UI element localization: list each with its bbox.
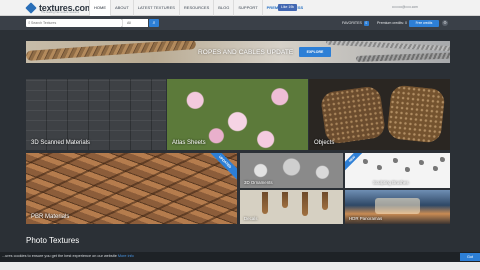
nav-latest-textures[interactable]: LATEST TEXTURES [132, 0, 179, 16]
cookie-accept-button[interactable]: Got [460, 253, 480, 261]
main-nav: HOME ABOUT LATEST TEXTURES RESOURCES BLO… [89, 0, 307, 16]
tile-hdr-panoramas[interactable]: HDR Panoramas [345, 190, 450, 224]
decal-sample [262, 192, 268, 214]
rope-image [26, 41, 197, 61]
nav-resources[interactable]: RESOURCES [178, 0, 213, 16]
search-icon: ⌕ [28, 20, 31, 25]
cable-image [325, 41, 450, 52]
tile-label: HDR Panoramas [349, 216, 383, 221]
cookie-consent-bar: ...ures cookies to ensure you get the be… [0, 252, 480, 262]
tile-pbr-materials[interactable]: UPDATED PBR Materials [26, 153, 237, 224]
cookie-message: ...ures cookies to ensure you get the be… [2, 254, 117, 258]
top-navigation-bar: textures.com The leading free texture re… [0, 0, 480, 16]
banner-explore-button[interactable]: EXPLORE [299, 47, 331, 57]
bread-image [319, 85, 387, 145]
cable-image [355, 52, 450, 62]
free-credits-button[interactable]: Free credits [409, 19, 439, 27]
decal-sample [282, 192, 288, 208]
tile-sculpting-brushes[interactable]: NEW Sculpting Brushes [345, 153, 450, 188]
premium-credits: Premium credits: 0 [377, 21, 407, 25]
search-button[interactable]: ⌕ [149, 19, 159, 27]
tile-label: 3D Ornaments [244, 180, 273, 185]
tile-label: Sculpting Brushes [373, 180, 409, 185]
nav-support[interactable]: SUPPORT [233, 0, 261, 16]
brush-sample [419, 160, 424, 165]
logo-cube-icon [25, 2, 37, 14]
search-category-select[interactable]: All [122, 19, 148, 27]
brush-sample [433, 166, 438, 171]
favorites-link[interactable]: FAVORITES 0 [342, 21, 369, 26]
tile-atlas-sheets[interactable]: Atlas Sheets [167, 79, 308, 150]
tile-label: Objects [314, 140, 335, 146]
nav-about[interactable]: ABOUT [110, 0, 133, 16]
brush-sample [440, 157, 445, 162]
tile-label: Decals [244, 216, 258, 221]
tile-label: Atlas Sheets [172, 140, 206, 146]
tile-label: 3D Scanned Materials [31, 140, 91, 146]
nav-blog[interactable]: BLOG [213, 0, 233, 16]
nav-home[interactable]: HOME [89, 0, 110, 16]
settings-icon[interactable]: ⚙ [442, 20, 448, 26]
banner-title: ROPES AND CABLES UPDATE [198, 49, 294, 56]
tile-3d-scanned-materials[interactable]: 3D Scanned Materials [26, 79, 166, 150]
decal-sample [302, 192, 308, 216]
search-input[interactable] [26, 19, 122, 27]
section-title: Photo Textures [26, 236, 80, 245]
search-bar: ⌕ All ⌕ FAVORITES0 Premium credits: 0 Fr… [0, 16, 480, 30]
logo-tagline: The leading free texture resource [41, 11, 80, 14]
bottom-strip [0, 262, 480, 270]
bread-image [386, 84, 446, 144]
ropes-cables-banner[interactable]: ROPES AND CABLES UPDATE EXPLORE [26, 41, 450, 63]
tile-objects[interactable]: Objects [309, 79, 450, 150]
brush-sample [363, 159, 368, 164]
updated-ribbon: UPDATED [205, 153, 237, 182]
user-email[interactable]: •••••••••@•••••.com [392, 5, 418, 9]
brush-sample [405, 167, 410, 172]
tile-3d-ornaments[interactable]: 3D Ornaments [240, 153, 343, 188]
tile-decals[interactable]: Decals [240, 190, 343, 224]
decal-sample [322, 192, 328, 210]
facebook-like-button[interactable]: Like 19k [278, 4, 298, 11]
tile-label: PBR Materials [31, 214, 70, 220]
brush-sample [393, 158, 398, 163]
favorites-label: FAVORITES [342, 21, 362, 25]
brush-sample [377, 165, 382, 170]
favorites-count-badge: 0 [363, 21, 369, 26]
cookie-more-info-link[interactable]: More info [118, 254, 134, 258]
cookie-text: ...ures cookies to ensure you get the be… [2, 254, 134, 258]
